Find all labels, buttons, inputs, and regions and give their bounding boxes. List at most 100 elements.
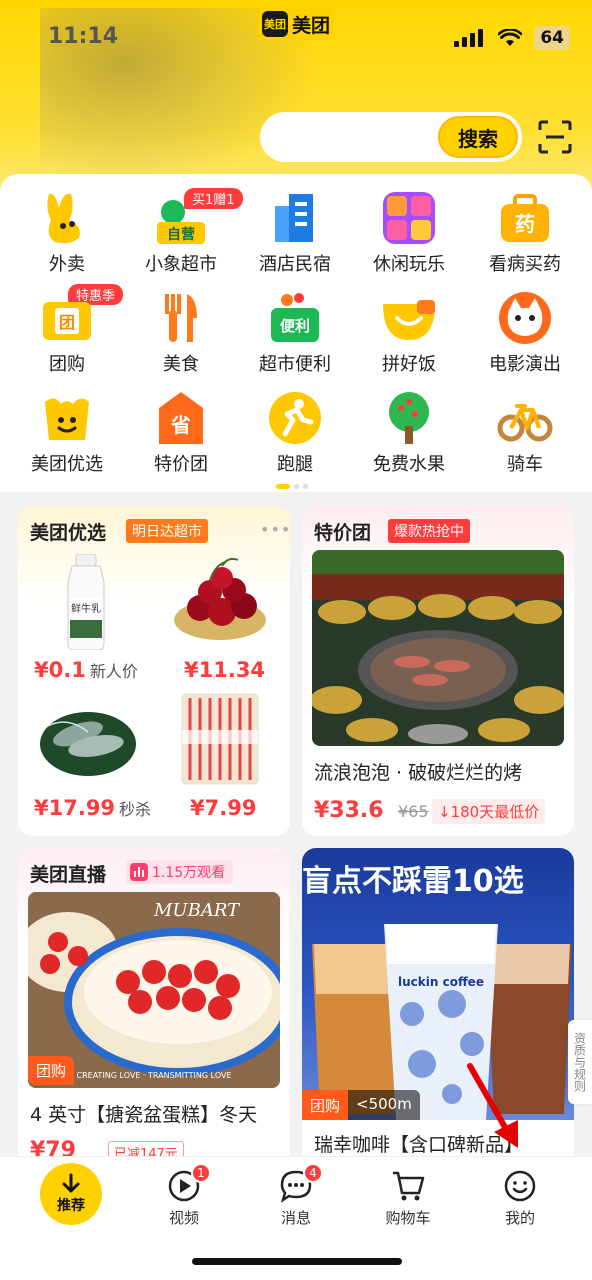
wifi-icon xyxy=(498,29,523,46)
scan-icon[interactable] xyxy=(538,120,572,154)
card-title: 美团直播 xyxy=(30,864,107,886)
signal-icon xyxy=(454,29,486,47)
bbq-image[interactable] xyxy=(312,550,564,746)
coffee-cups-image: luckin coffee xyxy=(312,924,572,1120)
category-label: 酒店民宿 xyxy=(259,254,331,275)
supermarket-icon: 便利 xyxy=(267,290,323,346)
medicine-icon: 药 xyxy=(497,190,553,246)
card-tag: 明日达超市 xyxy=(126,519,208,543)
category-supermarket[interactable]: 便利 超市便利 xyxy=(236,290,354,376)
category-label: 小象超市 xyxy=(145,254,217,275)
bike-icon xyxy=(497,390,553,446)
category-label: 骑车 xyxy=(507,454,543,475)
live-icon xyxy=(130,863,148,881)
category-label: 电影演出 xyxy=(489,354,561,375)
card-title: 特价团 xyxy=(314,522,372,544)
home-indicator[interactable] xyxy=(192,1258,402,1265)
logo-mark-icon: 美团 xyxy=(262,11,288,37)
category-youxuan[interactable]: 美团优选 xyxy=(8,390,126,476)
coffee-tags: 团购 <500m xyxy=(302,1090,420,1120)
down-arrow-icon: ↓ xyxy=(438,803,451,821)
category-bike[interactable]: 骑车 xyxy=(466,390,584,476)
category-label: 超市便利 xyxy=(259,354,331,375)
category-fruit[interactable]: 免费水果 xyxy=(350,390,468,476)
youxuan-card[interactable]: 美团优选 明日达超市 ••• 鲜牛乳 ¥0.1 新人价 ¥11.34 ¥17.9… xyxy=(18,506,290,836)
red-arrow-icon xyxy=(467,1063,518,1148)
svg-text:药: 药 xyxy=(515,212,535,236)
svg-text:MUBART: MUBART xyxy=(153,900,241,921)
category-movie[interactable]: 电影演出 xyxy=(466,290,584,376)
category-label: 拼好饭 xyxy=(382,354,436,375)
arrow-down-icon xyxy=(62,1173,80,1193)
waimai-icon xyxy=(39,190,95,246)
status-icons: 64 xyxy=(454,26,570,50)
battery-indicator: 64 xyxy=(534,26,570,50)
movie-icon xyxy=(497,290,553,346)
tuangou-tag: 团购 xyxy=(302,1090,349,1120)
svg-text:CREATING LOVE · TRANSMITTING L: CREATING LOVE · TRANSMITTING LOVE xyxy=(77,1071,232,1080)
status-time: 11:14 xyxy=(48,24,119,49)
category-pinhaofan[interactable]: 拼好饭 xyxy=(350,290,468,376)
nav-label: 我的 xyxy=(504,1209,535,1227)
profile-icon xyxy=(503,1169,537,1203)
message-icon: 4 xyxy=(279,1163,323,1203)
product-price: ¥11.34 xyxy=(184,658,266,682)
category-label: 免费水果 xyxy=(373,454,445,475)
youxuan-icon xyxy=(39,390,95,446)
qualification-rules-tab[interactable]: 资质与规则 xyxy=(568,1020,592,1104)
category-waimai[interactable]: 外卖 xyxy=(8,190,126,276)
search-button[interactable]: 搜索 xyxy=(438,116,518,158)
category-tuangou[interactable]: 特惠季 团 团购 xyxy=(8,284,126,376)
distance-tag: <500m xyxy=(348,1090,420,1120)
category-tejiatuan[interactable]: 省 特价团 xyxy=(122,390,240,476)
product-price: ¥0.1 新人价 xyxy=(34,658,138,682)
search-input[interactable]: 搜索 xyxy=(260,112,522,162)
card-tag: 爆款热抢中 xyxy=(388,519,470,543)
leisure-icon xyxy=(381,190,437,246)
notification-badge: 1 xyxy=(191,1163,211,1183)
category-xiaoxiang[interactable]: 买1赠1 自营 小象超市 xyxy=(122,188,243,276)
shrimp-image[interactable] xyxy=(38,696,138,780)
category-food[interactable]: 美食 xyxy=(122,290,240,376)
category-hotel[interactable]: 酒店民宿 xyxy=(236,190,354,276)
svg-text:luckin coffee: luckin coffee xyxy=(398,975,484,989)
nav-cart[interactable]: 购物车 xyxy=(368,1169,448,1228)
nav-message[interactable]: 4 消息 xyxy=(256,1163,336,1228)
live-card[interactable]: 美团直播 1.15万观看 MUBART CREATING LOVE · TRAN… xyxy=(18,848,290,1168)
nav-video[interactable]: 1 视频 xyxy=(144,1163,224,1228)
svg-text:省: 省 xyxy=(170,413,191,437)
category-leisure[interactable]: 休闲玩乐 xyxy=(350,190,468,276)
cart-icon xyxy=(391,1169,425,1203)
category-label: 看病买药 xyxy=(489,254,561,275)
video-icon: 1 xyxy=(167,1163,211,1203)
category-paotui[interactable]: 跑腿 xyxy=(236,390,354,476)
meituan-logo: 美团 美团 xyxy=(258,8,334,40)
coffee-card[interactable]: 盲点不踩雷10选 luckin coffee 团购 <500m 瑞幸咖啡【含口碑… xyxy=(302,848,574,1168)
tuangou-tag: 团购 xyxy=(28,1056,75,1085)
tejiatuan-card[interactable]: 特价团 爆款热抢中 流浪泡泡 · 破破烂烂的烤 ¥33.6 ¥65 ↓180天最… xyxy=(302,506,574,836)
category-label: 休闲玩乐 xyxy=(373,254,445,275)
svg-text:团: 团 xyxy=(59,313,75,332)
tejiatuan-icon: 省 xyxy=(153,390,209,446)
chopsticks-image[interactable] xyxy=(178,690,262,788)
nav-profile[interactable]: 我的 xyxy=(480,1169,560,1228)
original-price: ¥65 xyxy=(398,802,429,821)
nav-recommend[interactable]: 推荐 xyxy=(40,1163,102,1225)
category-label: 外卖 xyxy=(49,254,85,275)
page-indicator xyxy=(276,484,308,489)
svg-text:自营: 自营 xyxy=(167,226,195,243)
category-label: 美食 xyxy=(163,354,199,375)
fruit-icon xyxy=(381,390,437,446)
notification-badge: 4 xyxy=(303,1163,323,1183)
more-icon[interactable]: ••• xyxy=(260,520,290,539)
nav-label: 视频 xyxy=(168,1209,199,1227)
milk-image[interactable]: 鲜牛乳 xyxy=(62,554,110,650)
deal-price: ¥33.6 xyxy=(314,798,384,823)
deal-title: 流浪泡泡 · 破破烂烂的烤 xyxy=(314,762,523,784)
product-price: ¥17.99 秒杀 xyxy=(34,796,152,820)
category-medicine[interactable]: 药 看病买药 xyxy=(466,190,584,276)
coffee-banner[interactable]: 盲点不踩雷10选 luckin coffee xyxy=(302,848,574,1120)
cherry-image[interactable] xyxy=(172,556,268,642)
live-viewers: 1.15万观看 xyxy=(126,860,234,884)
pinhaofan-icon xyxy=(381,290,437,346)
